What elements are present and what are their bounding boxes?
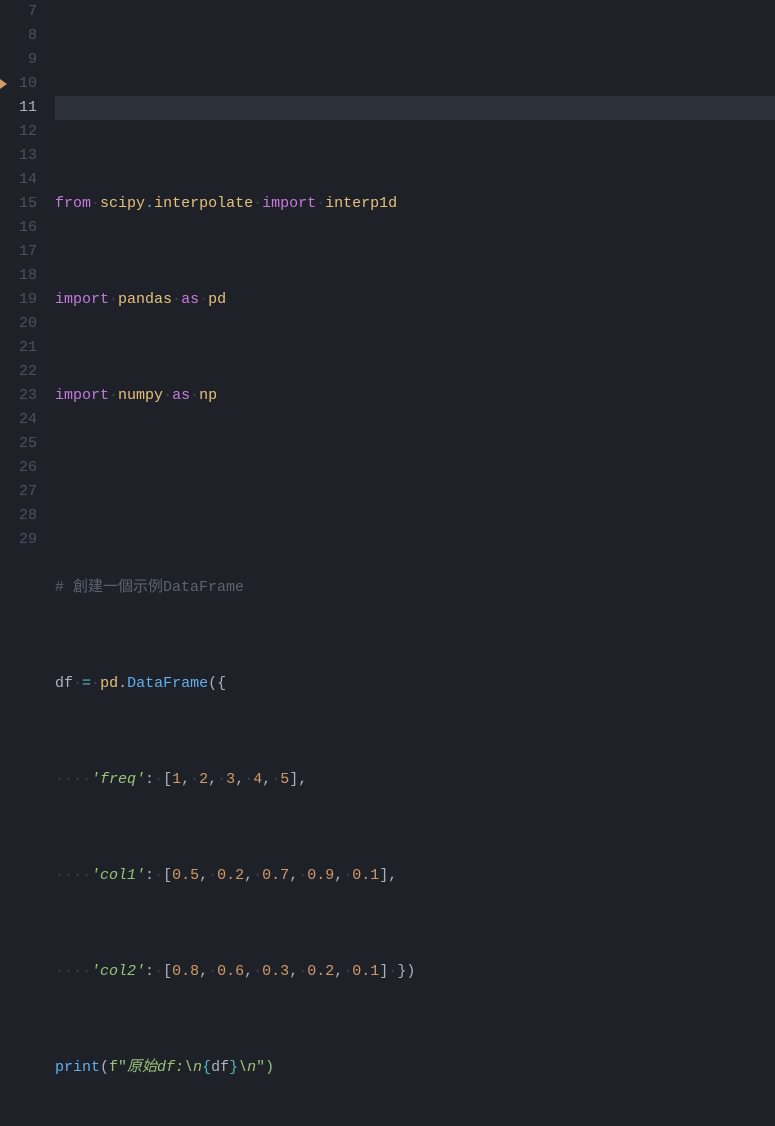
line-number-gutter: 7 8 9 10 11 12 13 14 15 16 17 18 19 20 2…: [0, 0, 55, 563]
code-line-current[interactable]: [55, 480, 775, 504]
code-line[interactable]: ····'freq':·[1,·2,·3,·4,·5],: [55, 768, 775, 792]
line-number: 9: [0, 48, 37, 72]
code-editor[interactable]: 7 8 9 10 11 12 13 14 15 16 17 18 19 20 2…: [0, 0, 775, 563]
line-number: 18: [0, 264, 37, 288]
line-number: 12: [0, 120, 37, 144]
code-area[interactable]: from·scipy.interpolate·import·interp1d i…: [55, 0, 775, 563]
line-number: 22: [0, 360, 37, 384]
code-line[interactable]: df·=·pd.DataFrame({: [55, 672, 775, 696]
line-number: 28: [0, 504, 37, 528]
code-line[interactable]: ····'col2':·[0.8,·0.6,·0.3,·0.2,·0.1]·}): [55, 960, 775, 984]
line-number: 17: [0, 240, 37, 264]
line-number: 15: [0, 192, 37, 216]
line-number-current: 11: [0, 96, 37, 120]
code-line[interactable]: import·numpy·as·np: [55, 384, 775, 408]
code-line[interactable]: # 創建一個示例DataFrame: [55, 576, 775, 600]
line-number: 8: [0, 24, 37, 48]
line-number: 29: [0, 528, 37, 552]
line-number: 26: [0, 456, 37, 480]
code-line[interactable]: print(f"原始df:\n{df}\n"): [55, 1056, 775, 1080]
warning-icon: [0, 79, 7, 89]
line-number: 19: [0, 288, 37, 312]
line-number: 25: [0, 432, 37, 456]
line-number: 23: [0, 384, 37, 408]
line-number: 27: [0, 480, 37, 504]
line-number: 16: [0, 216, 37, 240]
code-line[interactable]: import·pandas·as·pd: [55, 288, 775, 312]
code-line[interactable]: ····'col1':·[0.5,·0.2,·0.7,·0.9,·0.1],: [55, 864, 775, 888]
line-number: 14: [0, 168, 37, 192]
line-number: 24: [0, 408, 37, 432]
line-number: 13: [0, 144, 37, 168]
line-number: 21: [0, 336, 37, 360]
code-line[interactable]: from·scipy.interpolate·import·interp1d: [55, 192, 775, 216]
line-number: 20: [0, 312, 37, 336]
current-line-highlight: [55, 96, 775, 120]
line-number: 7: [0, 0, 37, 24]
